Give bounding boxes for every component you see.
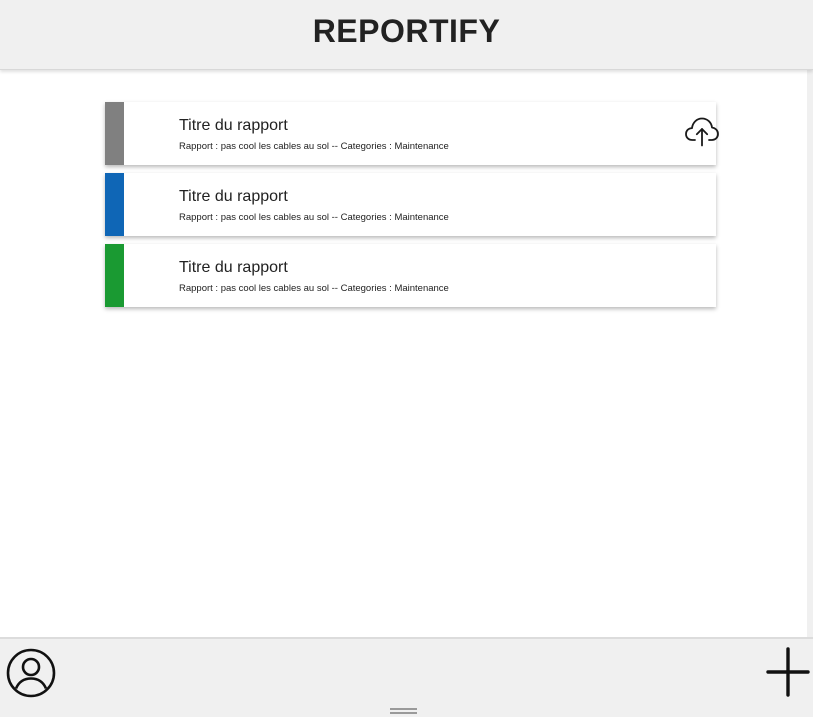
cloud-upload-icon[interactable] bbox=[684, 115, 720, 147]
report-card[interactable]: Titre du rapport Rapport : pas cool les … bbox=[105, 244, 716, 307]
report-title: Titre du rapport bbox=[179, 188, 288, 205]
report-description: Rapport : pas cool les cables au sol -- … bbox=[179, 283, 449, 294]
report-description: Rapport : pas cool les cables au sol -- … bbox=[179, 212, 449, 223]
report-list: Titre du rapport Rapport : pas cool les … bbox=[105, 102, 719, 315]
report-title: Titre du rapport bbox=[179, 117, 288, 134]
bottom-bar bbox=[0, 637, 813, 717]
report-color-bar bbox=[105, 244, 124, 307]
report-title: Titre du rapport bbox=[179, 259, 288, 276]
app-header: REPORTIFY bbox=[0, 0, 813, 70]
plus-icon[interactable] bbox=[766, 647, 810, 697]
drag-handle[interactable] bbox=[390, 708, 417, 716]
report-card[interactable]: Titre du rapport Rapport : pas cool les … bbox=[105, 173, 716, 236]
scrollbar-track[interactable] bbox=[807, 70, 813, 638]
report-color-bar bbox=[105, 102, 124, 165]
report-color-bar bbox=[105, 173, 124, 236]
app-title: REPORTIFY bbox=[312, 13, 501, 49]
report-description: Rapport : pas cool les cables au sol -- … bbox=[179, 141, 449, 152]
account-circle-icon[interactable] bbox=[6, 648, 56, 698]
report-card[interactable]: Titre du rapport Rapport : pas cool les … bbox=[105, 102, 719, 165]
app-window: REPORTIFY Titre du rapport Rapport : pas… bbox=[0, 0, 813, 717]
